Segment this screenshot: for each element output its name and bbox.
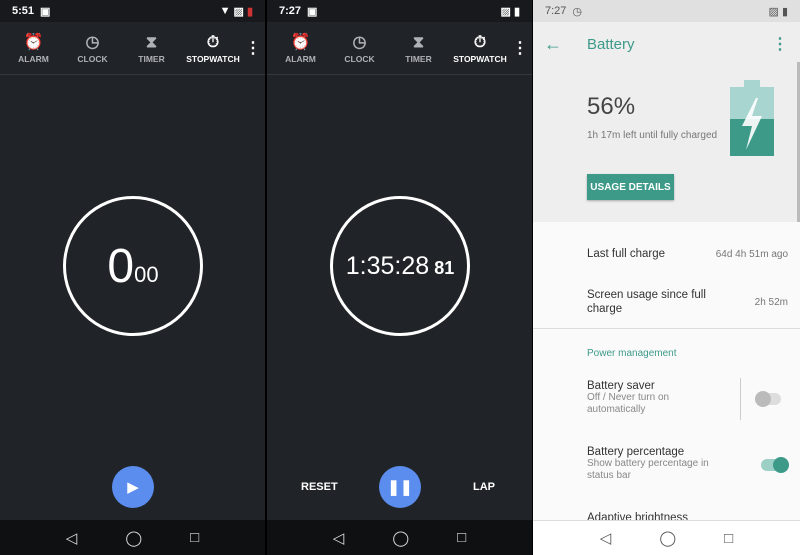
image-icon: ▣	[307, 5, 318, 18]
summary: Show battery percentage in status bar	[587, 458, 709, 481]
label: Battery saver	[587, 380, 655, 392]
tab-alarm[interactable]: ⏰ ALARM	[4, 32, 63, 64]
hourglass-icon: ⧗	[145, 34, 158, 51]
more-options-icon[interactable]: ⋮	[245, 38, 261, 58]
start-button[interactable]: ▶	[112, 466, 154, 508]
pause-button[interactable]: ❚❚	[379, 466, 421, 508]
label: Screen usage since full charge	[587, 289, 706, 315]
tab-label: CLOCK	[344, 54, 375, 64]
back-button[interactable]: ◁	[66, 529, 78, 547]
battery-charging-icon: ▮	[513, 5, 520, 18]
reset-button[interactable]: RESET	[301, 481, 338, 493]
battery-saver-toggle[interactable]	[755, 391, 781, 407]
tab-label: ALARM	[285, 54, 316, 64]
status-time: 7:27	[545, 5, 567, 17]
battery-settings-panel: 7:27 ◷ ▨ ▮ ← Battery ⋮ 56% 1h 17m left unti…	[533, 0, 800, 555]
pause-icon: ❚❚	[387, 479, 413, 496]
clock-icon: ◷	[85, 34, 100, 51]
tab-clock[interactable]: ◷ CLOCK	[63, 32, 122, 64]
last-full-charge-row[interactable]: Last full charge 64d 4h 51m ago	[587, 248, 788, 260]
tab-label: ALARM	[18, 54, 49, 64]
tab-label: CLOCK	[77, 54, 108, 64]
stopwatch-icon: ◷	[572, 5, 583, 18]
home-button[interactable]: ◯	[392, 529, 409, 547]
more-options-icon[interactable]: ⋮	[772, 34, 788, 54]
status-bar: 7:27 ▣ ▨ ▮	[267, 0, 532, 22]
home-button[interactable]: ◯	[125, 529, 142, 547]
label: Last full charge	[587, 248, 665, 260]
stopwatch-dial: 1:35:28 81	[330, 196, 470, 336]
battery-percentage-toggle[interactable]	[761, 457, 789, 473]
divider	[740, 378, 741, 420]
stopwatch-panel-running: 7:27 ▣ ▨ ▮ ⏰ ALARM ◷ CLOCK ⧗ TIMER ⏱ STOPWATCH …	[267, 0, 532, 555]
tab-stopwatch[interactable]: ⏱ STOPWATCH	[181, 32, 245, 64]
status-time: 5:51	[12, 5, 35, 17]
tab-timer[interactable]: ⧗ TIMER	[389, 32, 448, 64]
battery-charging-icon: ▮	[781, 5, 788, 18]
tab-label: TIMER	[405, 54, 432, 64]
tab-timer[interactable]: ⧗ TIMER	[122, 32, 181, 64]
clock-icon: ◷	[352, 34, 367, 51]
home-button[interactable]: ◯	[659, 529, 676, 547]
stopwatch-dial: 0 00	[63, 196, 203, 336]
status-bar: 5:51 ▣ ▼ ▨ ▮	[0, 0, 265, 22]
tab-alarm[interactable]: ⏰ ALARM	[271, 32, 330, 64]
app-bar: ← Battery ⋮	[533, 22, 800, 66]
battery-saver-row[interactable]: Battery saver Off / Never turn on automa…	[587, 380, 727, 416]
tab-label: STOPWATCH	[186, 54, 240, 64]
tab-stopwatch[interactable]: ⏱ STOPWATCH	[448, 32, 512, 64]
tab-label: STOPWATCH	[453, 54, 507, 64]
recents-button[interactable]: □	[457, 529, 466, 546]
page-title: Battery	[587, 35, 635, 53]
value: 64d 4h 51m ago	[715, 248, 788, 260]
alarm-icon: ⏰	[290, 34, 311, 51]
more-options-icon[interactable]: ⋮	[512, 38, 528, 58]
hundredths: 81	[434, 258, 455, 278]
alarm-icon: ⏰	[23, 34, 44, 51]
hourglass-icon: ⧗	[412, 34, 425, 51]
no-sim-icon: ▨	[233, 5, 244, 18]
lap-button[interactable]: LAP	[473, 481, 495, 493]
tab-clock[interactable]: ◷ CLOCK	[330, 32, 389, 64]
summary: Off / Never turn on automatically	[587, 392, 670, 415]
recents-button[interactable]: □	[724, 530, 733, 547]
section-header: Power management	[587, 348, 677, 359]
stopwatch-icon: ⏱	[206, 34, 220, 51]
battery-percent: 56%	[587, 93, 636, 120]
no-sim-icon: ▨	[500, 5, 511, 18]
back-arrow-icon[interactable]: ←	[533, 34, 573, 55]
usage-details-button[interactable]: USAGE DETAILS	[587, 174, 674, 200]
stopwatch-icon: ⏱	[473, 34, 487, 51]
battery-percentage-row[interactable]: Battery percentage Show battery percenta…	[587, 446, 727, 482]
status-bar: 7:27 ◷ ▨ ▮	[533, 0, 800, 22]
value: 2h 52m	[754, 296, 788, 308]
wifi-icon: ▼	[219, 5, 231, 17]
back-button[interactable]: ◁	[333, 529, 345, 547]
recents-button[interactable]: □	[190, 529, 199, 546]
label: Battery percentage	[587, 446, 685, 458]
divider	[533, 328, 800, 329]
stopwatch-panel-idle: 5:51 ▣ ▼ ▨ ▮ ⏰ ALARM ◷ CLOCK ⧗ TIMER ⏱ STOPWATCH…	[0, 0, 265, 555]
battery-charging-icon	[730, 80, 774, 161]
status-time: 7:27	[279, 5, 302, 17]
tab-label: TIMER	[138, 54, 165, 64]
screen-usage-row[interactable]: Screen usage since full charge 2h 52m	[587, 288, 788, 316]
battery-icon: ▮	[246, 5, 253, 18]
no-sim-icon: ▨	[768, 5, 779, 18]
back-button[interactable]: ◁	[600, 529, 612, 547]
hundredths: 00	[134, 262, 159, 287]
play-icon: ▶	[127, 479, 139, 496]
image-icon: ▣	[40, 5, 51, 18]
charge-estimate: 1h 17m left until fully charged	[587, 130, 718, 141]
seconds: 0	[107, 239, 135, 293]
elapsed-time: 1:35:28	[345, 251, 430, 280]
